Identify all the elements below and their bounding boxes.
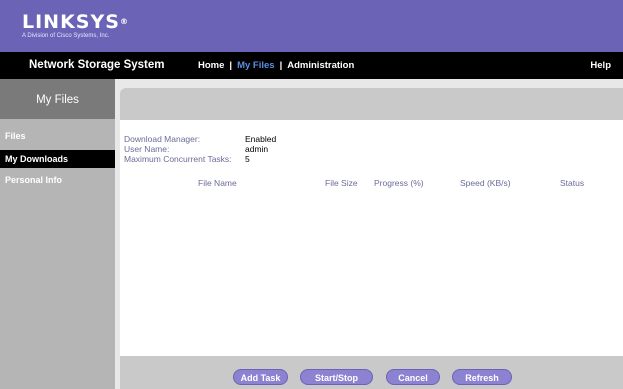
nav-link-home[interactable]: Home	[198, 60, 224, 71]
download-panel: Download Manager: Enabled User Name: adm…	[120, 120, 623, 356]
column-header-file-name[interactable]: File Name	[198, 178, 237, 188]
cancel-button[interactable]: Cancel	[386, 369, 440, 385]
sidebar-heading-label: My Files	[36, 94, 79, 106]
nav-link-help[interactable]: Help	[590, 60, 611, 71]
sidebar-item-personal-info[interactable]: Personal Info	[0, 171, 115, 189]
sidebar: My Files Files My Downloads Personal Inf…	[0, 79, 115, 389]
user-name-value: admin	[245, 144, 269, 154]
nav-link-administration[interactable]: Administration	[287, 60, 354, 71]
download-manager-label: Download Manager:	[124, 134, 201, 144]
nav-separator: |	[279, 60, 283, 71]
download-manager-value: Enabled	[245, 134, 277, 144]
nav-separator: |	[229, 60, 233, 71]
sidebar-item-my-downloads[interactable]: My Downloads	[0, 150, 115, 168]
nav-bar: Network Storage System Home | My Files | Adm…	[0, 52, 623, 79]
column-header-speed[interactable]: Speed (KB/s)	[460, 178, 511, 188]
refresh-button[interactable]: Refresh	[452, 369, 512, 385]
max-tasks-label: Maximum Concurrent Tasks:	[124, 154, 232, 164]
user-name-label: User Name:	[124, 144, 170, 154]
brand-tagline: A Division of Cisco Systems, Inc.	[22, 33, 110, 39]
column-header-status[interactable]: Status	[560, 178, 584, 188]
header-bar: LINKSYS® A Division of Cisco Systems, In…	[0, 0, 623, 52]
linksys-logo: LINKSYS® A Division of Cisco Systems, In…	[22, 11, 129, 39]
main-content: Download Manager: Enabled User Name: adm…	[115, 79, 623, 389]
sidebar-heading: My Files	[0, 79, 115, 119]
main-nav: Home | My Files | Administration	[198, 60, 354, 71]
max-tasks-value: 5	[245, 154, 250, 164]
start-stop-button[interactable]: Start/Stop	[300, 369, 373, 385]
column-header-progress[interactable]: Progress (%)	[374, 178, 424, 188]
column-header-file-size[interactable]: File Size	[325, 178, 358, 188]
content-header-bar	[120, 88, 623, 120]
product-title: Network Storage System	[29, 59, 165, 71]
add-task-button[interactable]: Add Task	[233, 369, 288, 385]
nav-link-my-files[interactable]: My Files	[237, 60, 275, 71]
brand-name: LINKSYS	[22, 11, 120, 33]
sidebar-item-files[interactable]: Files	[0, 127, 115, 145]
